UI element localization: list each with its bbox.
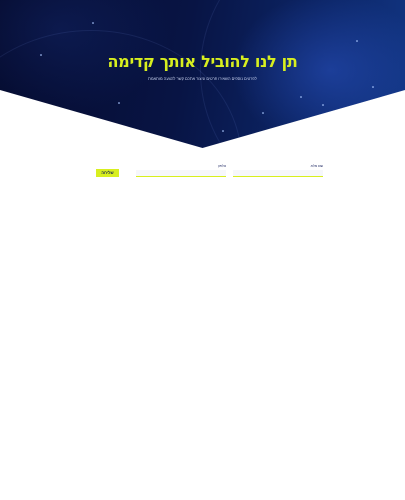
submit-button[interactable]: שליחה xyxy=(96,169,119,177)
hero-banner: תן לנו להוביל אותך קדימה לפרטים נוספים ה… xyxy=(0,0,405,148)
hero-sparkle xyxy=(300,96,302,98)
hero-sparkle xyxy=(322,104,324,106)
hero-sparkle xyxy=(262,112,264,114)
hero-title: תן לנו להוביל אותך קדימה xyxy=(107,52,298,71)
full-name-field: שם מלא xyxy=(233,164,323,177)
hero-subtitle: לפרטים נוספים השאירו פרטים וניצור אתכם ק… xyxy=(148,76,257,81)
hero-sparkle xyxy=(356,40,358,42)
full-name-label: שם מלא xyxy=(310,164,323,168)
hero-decorative-arc xyxy=(200,0,405,148)
phone-input[interactable] xyxy=(136,170,226,177)
hero-sparkle xyxy=(118,102,120,104)
landing-page: תן לנו להוביל אותך קדימה לפרטים נוספים ה… xyxy=(0,0,405,500)
hero-sparkle xyxy=(92,22,94,24)
phone-label: טלפון xyxy=(217,164,226,168)
contact-form: שם מלא טלפון xyxy=(0,164,405,184)
phone-field: טלפון xyxy=(136,164,226,177)
full-name-input[interactable] xyxy=(233,170,323,177)
hero-sparkle xyxy=(222,130,224,132)
hero-sparkle xyxy=(372,86,374,88)
